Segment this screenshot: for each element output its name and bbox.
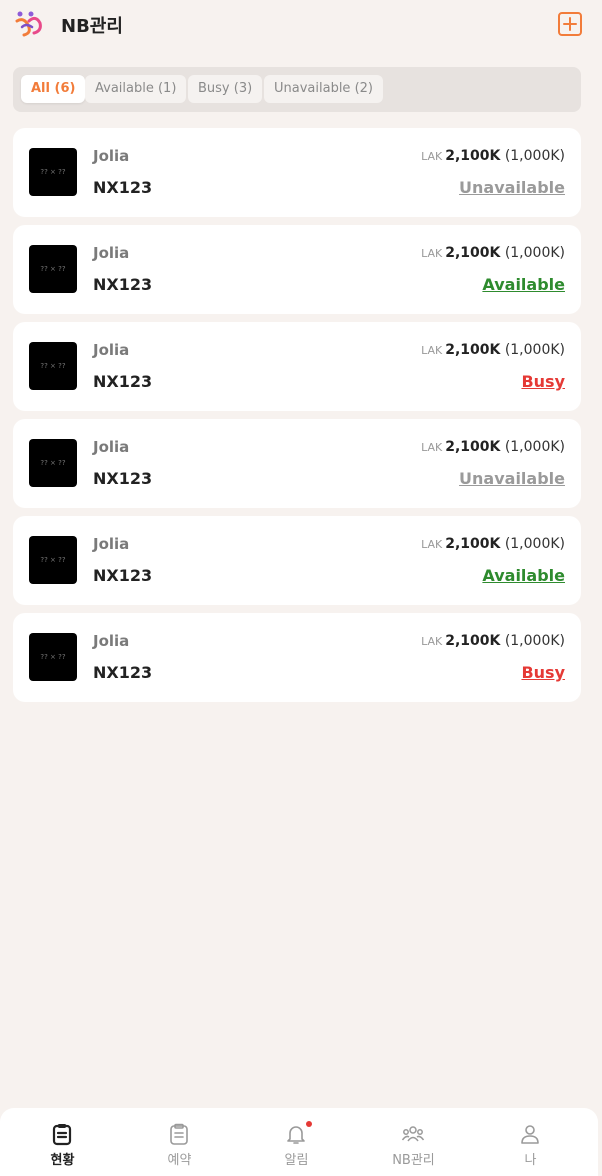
status-link[interactable]: Available: [482, 275, 565, 294]
price-sub: (1,000K): [504, 536, 565, 552]
notification-badge: [306, 1121, 312, 1127]
item-code: NX123: [93, 275, 153, 294]
thumbnail-image: ?? × ??: [29, 148, 77, 196]
bottom-nav: 현황 예약 알림 NB관리 나: [0, 1108, 598, 1176]
status-link[interactable]: Busy: [521, 372, 565, 391]
item-price: LAK 2,100K (1,000K): [421, 633, 565, 649]
nav-label: 나: [524, 1153, 537, 1168]
list-item[interactable]: ?? × ?? Jolia NX123 LAK 2,100K (1,000K) A…: [13, 225, 581, 314]
item-name: Jolia: [93, 147, 130, 165]
item-code: NX123: [93, 372, 153, 391]
item-code: NX123: [93, 178, 153, 197]
page-title: NB관리: [61, 16, 123, 37]
nav-label: 예약: [167, 1153, 192, 1168]
status-link[interactable]: Busy: [521, 663, 565, 682]
filter-tabs: All (6) Available (1) Busy (3) Unavailab…: [13, 67, 581, 112]
clipboard-icon: [52, 1124, 72, 1146]
nav-label: 현황: [50, 1153, 75, 1168]
thumbnail-image: ?? × ??: [29, 536, 77, 584]
price-amount: 2,100K: [445, 439, 501, 455]
currency-label: LAK: [421, 247, 443, 260]
thumbnail-image: ?? × ??: [29, 439, 77, 487]
item-name: Jolia: [93, 341, 130, 359]
list-item[interactable]: ?? × ?? Jolia NX123 LAK 2,100K (1,000K) B…: [13, 322, 581, 411]
list-item[interactable]: ?? × ?? Jolia NX123 LAK 2,100K (1,000K) A…: [13, 516, 581, 605]
item-name: Jolia: [93, 244, 130, 262]
price-amount: 2,100K: [445, 633, 501, 649]
currency-label: LAK: [421, 635, 443, 648]
list-item[interactable]: ?? × ?? Jolia NX123 LAK 2,100K (1,000K) B…: [13, 613, 581, 702]
tab-unavailable[interactable]: Unavailable (2): [264, 75, 383, 103]
user-icon: [521, 1125, 539, 1144]
nav-label: 알림: [284, 1153, 309, 1168]
status-link[interactable]: Unavailable: [459, 469, 565, 488]
item-price: LAK 2,100K (1,000K): [421, 148, 565, 164]
bell-icon: [287, 1126, 305, 1144]
document-icon: [170, 1123, 188, 1145]
currency-label: LAK: [421, 538, 443, 551]
price-sub: (1,000K): [504, 633, 565, 649]
nav-item-nb-manage[interactable]: NB관리: [355, 1108, 472, 1176]
tab-available[interactable]: Available (1): [85, 75, 187, 103]
item-name: Jolia: [93, 438, 130, 456]
price-amount: 2,100K: [445, 245, 501, 261]
thumbnail-image: ?? × ??: [29, 342, 77, 390]
price-amount: 2,100K: [445, 536, 501, 552]
logo-icon: [15, 11, 42, 37]
item-code: NX123: [93, 469, 153, 488]
group-icon: [401, 1126, 425, 1142]
currency-label: LAK: [421, 150, 443, 163]
item-price: LAK 2,100K (1,000K): [421, 245, 565, 261]
list-item[interactable]: ?? × ?? Jolia NX123 LAK 2,100K (1,000K) U…: [13, 128, 581, 217]
nav-item-status[interactable]: 현황: [4, 1108, 121, 1176]
item-price: LAK 2,100K (1,000K): [421, 342, 565, 358]
price-sub: (1,000K): [504, 439, 565, 455]
price-sub: (1,000K): [504, 148, 565, 164]
item-price: LAK 2,100K (1,000K): [421, 439, 565, 455]
item-name: Jolia: [93, 632, 130, 650]
thumbnail-image: ?? × ??: [29, 633, 77, 681]
thumbnail-image: ?? × ??: [29, 245, 77, 293]
price-sub: (1,000K): [504, 245, 565, 261]
list-item[interactable]: ?? × ?? Jolia NX123 LAK 2,100K (1,000K) U…: [13, 419, 581, 508]
header: NB관리: [0, 0, 602, 48]
tab-busy[interactable]: Busy (3): [188, 75, 263, 103]
item-code: NX123: [93, 566, 153, 585]
nav-item-booking[interactable]: 예약: [121, 1108, 238, 1176]
currency-label: LAK: [421, 344, 443, 357]
item-price: LAK 2,100K (1,000K): [421, 536, 565, 552]
status-link[interactable]: Unavailable: [459, 178, 565, 197]
currency-label: LAK: [421, 441, 443, 454]
nav-label: NB관리: [392, 1153, 435, 1168]
item-code: NX123: [93, 663, 153, 682]
status-link[interactable]: Available: [482, 566, 565, 585]
price-amount: 2,100K: [445, 342, 501, 358]
nav-item-notifications[interactable]: 알림: [238, 1108, 355, 1176]
nav-item-me[interactable]: 나: [472, 1108, 589, 1176]
item-name: Jolia: [93, 535, 130, 553]
plus-icon: [563, 17, 577, 31]
add-button[interactable]: [558, 12, 582, 36]
tab-all[interactable]: All (6): [21, 75, 86, 103]
price-sub: (1,000K): [504, 342, 565, 358]
price-amount: 2,100K: [445, 148, 501, 164]
